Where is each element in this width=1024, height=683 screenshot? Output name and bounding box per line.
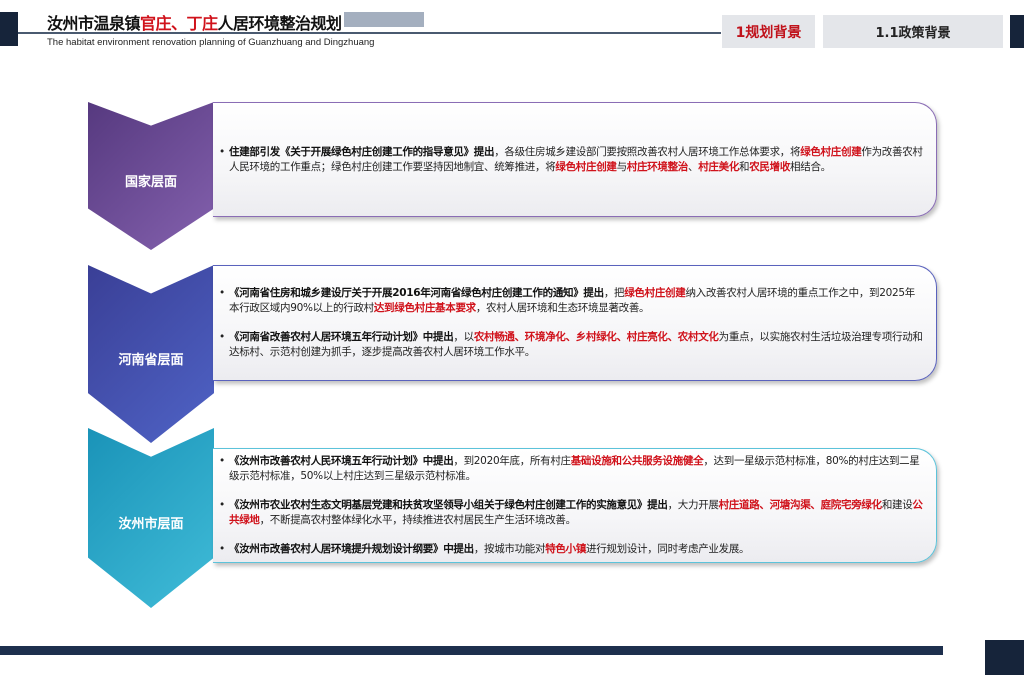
body-text: 与: [616, 160, 628, 173]
highlight-text: 农村畅通、环境净化、乡村绿化、村庄亮化、农村文化: [473, 331, 719, 343]
highlight-text: 达到绿色村庄基本要求: [373, 302, 476, 314]
highlight-text: 绿色村庄创建: [800, 145, 862, 158]
highlight-text: 村庄美化: [698, 160, 740, 173]
highlight-text: 特色小镇: [545, 543, 587, 555]
source-title: 《河南省改善农村人居环境五年行动计划》中提出: [229, 331, 454, 343]
tab-subsection[interactable]: 1.1政策背景: [823, 15, 1003, 48]
source-title: 住建部引发《关于开展绿色村庄创建工作的指导意见》提出: [229, 145, 495, 158]
highlight-text: 基础设施和公共服务设施健全: [570, 455, 704, 467]
policy-item: 《汝州市改善农村人居环境提升规划设计纲要》中提出，按城市功能对特色小镇进行规划设…: [219, 542, 924, 557]
header-right-block: [1010, 15, 1024, 48]
body-text: ，大力开展: [667, 499, 719, 511]
body-text: ，把: [603, 287, 625, 299]
body-text: ，农村人居环境和生态环境显著改善。: [475, 302, 650, 314]
policy-item: 《汝州市改善农村人民环境五年行动计划》中提出，到2020年底，所有村庄基础设施和…: [219, 454, 924, 484]
footer-bar: [0, 646, 943, 655]
body-text: 和: [739, 160, 750, 173]
title-decoration: [344, 12, 424, 27]
level-label: 河南省层面: [118, 352, 184, 368]
highlight-text: 绿色村庄创建: [555, 160, 617, 173]
level-chevron-province: 河南省层面: [88, 265, 214, 443]
highlight-text: 村庄环境整治: [626, 160, 689, 173]
level-label: 汝州市层面: [118, 516, 184, 532]
level-card-city: 《汝州市改善农村人民环境五年行动计划》中提出，到2020年底，所有村庄基础设施和…: [213, 448, 937, 563]
body-text: 汝州市温泉镇: [47, 14, 141, 33]
source-title: 《河南省住房和城乡建设厅关于开展2016年河南省绿色村庄创建工作的通知》提出: [229, 287, 604, 299]
page-subtitle: The habitat environment renovation plann…: [47, 37, 375, 48]
source-title: 《汝州市改善农村人居环境提升规划设计纲要》中提出: [229, 543, 474, 555]
highlight-text: 官庄、丁庄: [140, 14, 218, 33]
tab-section[interactable]: 1规划背景: [722, 15, 815, 48]
body-text: ，不断提高农村整体绿化水平，持续推进农村居民生产生活环境改善。: [259, 514, 577, 526]
page-title: 汝州市温泉镇官庄、丁庄人居环境整治规划: [47, 10, 342, 34]
level-card-national: 住建部引发《关于开展绿色村庄创建工作的指导意见》提出，各级住房城乡建设部门要按照…: [213, 102, 937, 217]
level-card-province: 《河南省住房和城乡建设厅关于开展2016年河南省绿色村庄创建工作的通知》提出，把…: [213, 265, 937, 381]
source-title: 《汝州市农业农村生态文明基层党建和扶贫攻坚领导小组关于绿色村庄创建工作的实施意见…: [229, 499, 668, 511]
footer-block: [985, 640, 1024, 675]
body-text: ，以: [453, 331, 474, 343]
body-text: ，各级住房城乡建设部门要按照改善农村人居环境工作总体要求，将: [494, 145, 801, 158]
level-chevron-city: 汝州市层面: [88, 428, 214, 608]
policy-item: 《汝州市农业农村生态文明基层党建和扶贫攻坚领导小组关于绿色村庄创建工作的实施意见…: [219, 498, 924, 528]
source-title: 《汝州市改善农村人民环境五年行动计划》中提出: [229, 455, 454, 467]
policy-item: 住建部引发《关于开展绿色村庄创建工作的指导意见》提出，各级住房城乡建设部门要按照…: [219, 145, 924, 175]
level-chevron-national: 国家层面: [88, 102, 214, 250]
highlight-text: 农民增收: [749, 160, 791, 173]
highlight-text: 村庄道路、河塘沟渠、庭院宅旁绿化: [718, 499, 883, 511]
body-text: 进行规划设计，同时考虑产业发展。: [586, 543, 750, 555]
body-text: 、: [688, 160, 699, 173]
policy-item: 《河南省改善农村人居环境五年行动计划》中提出，以农村畅通、环境净化、乡村绿化、村…: [219, 330, 924, 360]
body-text: 相结合。: [790, 160, 831, 173]
policy-item: 《河南省住房和城乡建设厅关于开展2016年河南省绿色村庄创建工作的通知》提出，把…: [219, 286, 924, 316]
body-text: ，按城市功能对: [473, 543, 546, 555]
level-label: 国家层面: [124, 174, 177, 190]
body-text: ，到2020年底，所有村庄: [453, 455, 571, 467]
highlight-text: 绿色村庄创建: [624, 287, 686, 299]
header-left-block: [0, 12, 18, 46]
header-divider: [18, 32, 721, 34]
body-text: 和建设: [881, 499, 913, 511]
body-text: 人居环境整治规划: [217, 14, 343, 33]
